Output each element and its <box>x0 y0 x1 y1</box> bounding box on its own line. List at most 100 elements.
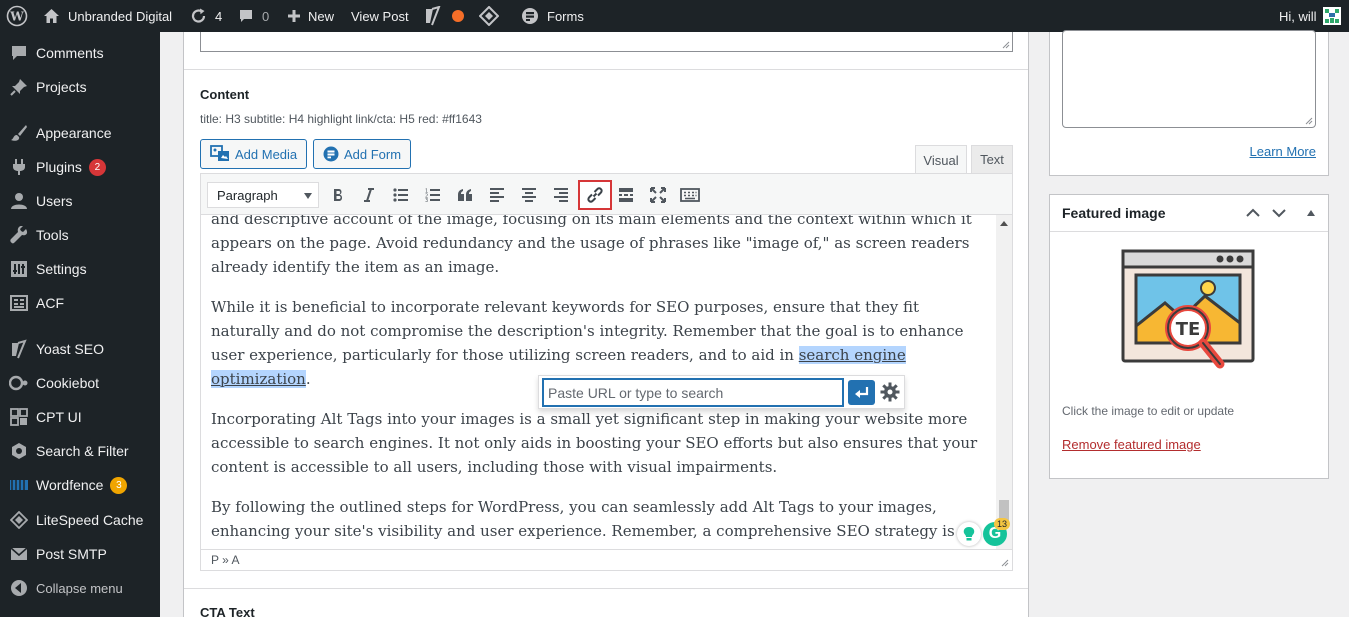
lightbulb-icon[interactable] <box>957 522 981 546</box>
sidebar-item-users[interactable]: Users <box>0 186 160 216</box>
chevron-down-icon <box>304 193 312 199</box>
featured-image-box: Featured image TE Click the image to edi… <box>1049 194 1329 479</box>
sidebar-item-litespeed-cache[interactable]: LiteSpeed Cache <box>0 505 160 535</box>
align-center-icon <box>522 188 536 202</box>
comments-count: 0 <box>262 8 270 24</box>
sidebar-item-label: CPT UI <box>36 409 82 425</box>
excerpt-box: Learn More <box>1049 30 1329 176</box>
view-post-link[interactable]: View Post <box>351 0 409 32</box>
resize-handle-icon[interactable] <box>1001 559 1009 567</box>
avatar <box>1322 7 1341 25</box>
format-select[interactable]: Paragraph <box>207 182 319 208</box>
numbered-list-button[interactable]: 123 <box>419 182 447 208</box>
featured-image-title: Featured image <box>1062 205 1166 221</box>
content-paragraph: Incorporating Alt Tags into your images … <box>211 410 978 476</box>
add-media-label: Add Media <box>235 146 298 162</box>
caret-up-icon <box>1307 210 1315 216</box>
sidebar-item-post-smtp[interactable]: Post SMTP <box>0 539 160 569</box>
scroll-up-icon[interactable] <box>1000 221 1008 226</box>
blockquote-button[interactable] <box>451 182 479 208</box>
field-divider <box>184 69 1028 70</box>
link-options-button[interactable] <box>879 381 901 403</box>
align-center-button[interactable] <box>515 182 543 208</box>
paragraph-text: . <box>305 370 311 388</box>
align-right-button[interactable] <box>547 182 575 208</box>
bullet-list-icon <box>393 188 408 202</box>
plug-icon <box>0 158 36 176</box>
sidebar-item-comments[interactable]: Comments <box>0 38 160 68</box>
gear-icon <box>880 382 900 402</box>
grammarly-suggestion-count: 13 <box>994 518 1011 530</box>
add-media-button[interactable]: Add Media <box>200 139 308 169</box>
new-label: New <box>308 8 335 24</box>
insert-link-button[interactable] <box>578 180 612 210</box>
learn-more-link[interactable]: Learn More <box>1250 144 1316 159</box>
link-url-input[interactable] <box>543 379 843 406</box>
comments-link[interactable]: 0 <box>238 0 269 32</box>
media-icon <box>210 145 229 161</box>
remove-featured-image-link[interactable]: Remove featured image <box>1062 437 1201 452</box>
apply-link-button[interactable] <box>848 380 875 405</box>
plugins-update-badge: 2 <box>88 158 106 176</box>
cpt-icon <box>0 408 36 426</box>
align-left-button[interactable] <box>483 182 511 208</box>
site-name-link[interactable]: Unbranded Digital <box>43 0 172 32</box>
toggle-panel-button[interactable] <box>1300 202 1322 224</box>
move-down-button[interactable] <box>1268 202 1290 224</box>
bold-icon <box>334 189 343 201</box>
toolbar-toggle-button[interactable] <box>676 182 704 208</box>
my-account-link[interactable]: Hi, will <box>1279 0 1341 32</box>
sidebar-item-cpt-ui[interactable]: CPT UI <box>0 402 160 432</box>
litespeed-admin-icon[interactable] <box>479 0 499 32</box>
sidebar-item-label: Users <box>36 193 73 209</box>
move-up-button[interactable] <box>1242 202 1264 224</box>
collapse-menu-button[interactable]: Collapse menu <box>0 573 160 603</box>
read-more-button[interactable] <box>612 182 640 208</box>
sidebar-item-settings[interactable]: Settings <box>0 254 160 284</box>
sidebar-item-label: Collapse menu <box>36 580 123 596</box>
sidebar-item-appearance[interactable]: Appearance <box>0 118 160 148</box>
pin-icon <box>0 78 36 96</box>
chevron-up-icon <box>1246 208 1260 217</box>
italic-button[interactable] <box>355 182 383 208</box>
seo-score-dot-icon[interactable] <box>452 0 464 32</box>
sidebar-item-yoast-seo[interactable]: Yoast SEO <box>0 334 160 364</box>
sidebar-item-wordfence[interactable]: Wordfence 3 <box>0 470 160 500</box>
fullscreen-button[interactable] <box>644 182 672 208</box>
sidebar-item-label: ACF <box>36 295 64 311</box>
chevron-down-icon <box>1272 209 1286 218</box>
sidebar-item-plugins[interactable]: Plugins 2 <box>0 152 160 182</box>
sidebar-item-acf[interactable]: ACF <box>0 288 160 318</box>
resize-handle-icon[interactable] <box>1002 41 1010 49</box>
sidebar-item-cookiebot[interactable]: Cookiebot <box>0 368 160 398</box>
tab-text[interactable]: Text <box>971 145 1013 174</box>
forms-link[interactable]: Forms <box>521 0 584 32</box>
sidebar-item-projects[interactable]: Projects <box>0 72 160 102</box>
italic-icon <box>364 188 374 202</box>
add-form-button[interactable]: Add Form <box>313 139 412 169</box>
sidebar-item-label: Comments <box>36 45 104 61</box>
resize-handle-icon[interactable] <box>1305 117 1313 125</box>
sidebar-item-search-filter[interactable]: Search & Filter <box>0 436 160 466</box>
cta-text-field-label: CTA Text <box>200 605 255 617</box>
bold-button[interactable] <box>324 182 352 208</box>
wordpress-logo-icon[interactable]: W <box>6 0 28 32</box>
updates-link[interactable]: 4 <box>189 0 222 32</box>
bullet-list-button[interactable] <box>387 182 415 208</box>
refresh-icon <box>191 8 206 23</box>
excerpt-textarea[interactable] <box>1062 30 1316 128</box>
featured-image-thumbnail[interactable]: TE <box>1120 248 1260 387</box>
editor-statusbar: P » A <box>201 549 1012 570</box>
yoast-admin-icon[interactable] <box>423 0 441 32</box>
new-content-link[interactable]: New <box>287 0 334 32</box>
forms-icon <box>522 8 538 24</box>
editor-scrollbar[interactable] <box>996 215 1012 549</box>
numbered-list-icon: 123 <box>425 189 440 202</box>
svg-text:3: 3 <box>425 198 428 202</box>
tab-visual[interactable]: Visual <box>915 145 967 175</box>
previous-field-textarea[interactable] <box>200 32 1013 52</box>
keyboard-icon <box>680 188 700 202</box>
sidebar-item-tools[interactable]: Tools <box>0 220 160 250</box>
paintbrush-icon <box>0 124 36 142</box>
sidebar-item-label: Cookiebot <box>36 375 100 391</box>
